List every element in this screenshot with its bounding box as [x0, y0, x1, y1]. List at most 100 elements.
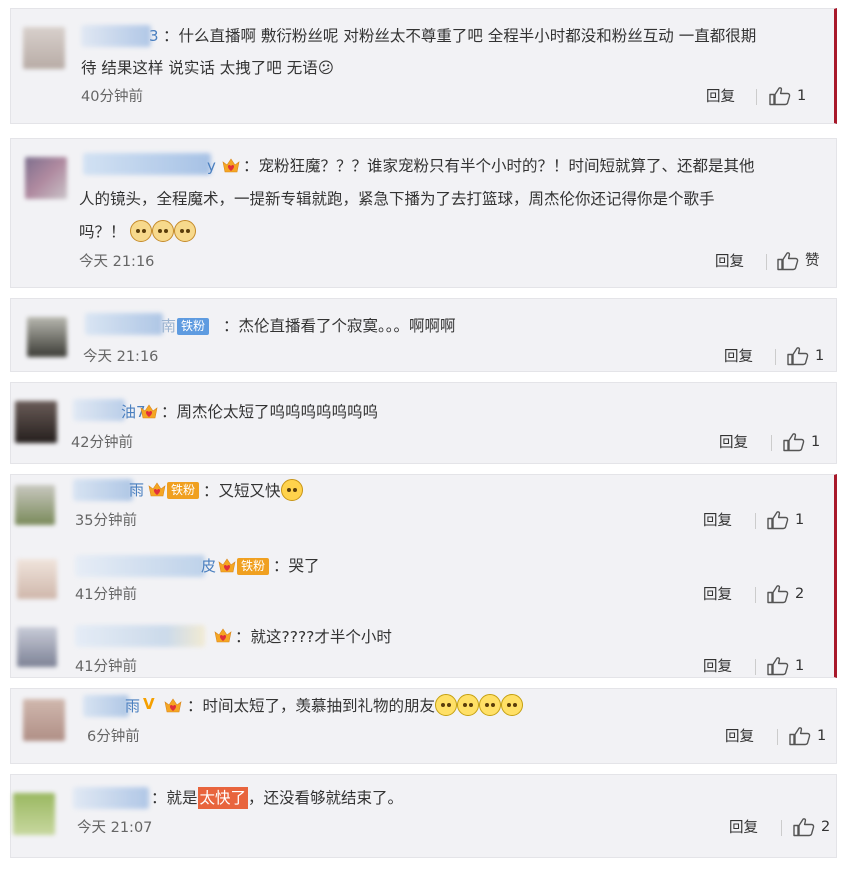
comment-text: ：什么直播啊 敷衍粉丝呢 对粉丝太不尊重了吧 全程半小时都没和粉丝互动 一直都很…: [163, 27, 757, 45]
username-tail[interactable]: 南: [161, 315, 176, 337]
comment-time: 41分钟前: [75, 659, 137, 675]
comment-text: ：时间太短了，羡慕抽到礼物的朋友: [187, 690, 524, 722]
comment-time: 今天 21:07: [77, 820, 153, 836]
reply-button[interactable]: 回复: [703, 511, 732, 531]
doge-emoji: [152, 220, 175, 242]
comment-card: y ：宠粉狂魔？？？谁家宠粉只有半个小时的？！时间短就算了、还都是其他 人的镜头…: [10, 138, 837, 288]
comment-text: ：周杰伦太短了呜呜呜呜呜呜呜: [161, 403, 379, 421]
reply-button[interactable]: 回复: [703, 585, 732, 605]
like-count: 2: [795, 586, 805, 602]
thumb-up-icon: [767, 510, 789, 530]
comment-text: ：哭了: [273, 557, 320, 575]
avatar[interactable]: [17, 559, 57, 599]
thumb-up-icon: [787, 346, 809, 366]
username-tail[interactable]: y: [207, 155, 216, 177]
username-tail[interactable]: 雨: [129, 479, 144, 501]
avatar[interactable]: [13, 793, 55, 835]
doge-emoji: [130, 220, 153, 242]
username[interactable]: [75, 555, 205, 577]
thumb-up-icon: [793, 817, 815, 837]
like-count: 1: [817, 728, 827, 744]
cool-emoji: [280, 479, 303, 501]
divider: [771, 435, 772, 451]
smile-emoji: [435, 694, 458, 716]
vip-crown-icon: [139, 403, 159, 421]
avatar[interactable]: [27, 317, 67, 357]
reply-button[interactable]: 回复: [715, 252, 744, 272]
doge-emoji: [174, 220, 197, 242]
like-count: 2: [821, 819, 831, 835]
avatar[interactable]: [23, 27, 65, 69]
username[interactable]: [83, 695, 129, 717]
comment-time: 今天 21:16: [83, 349, 159, 365]
reply-button[interactable]: 回复: [729, 818, 758, 838]
comment-card: 南 铁粉 ：杰伦直播看了个寂寞。。。啊啊啊 今天 21:16 回复 1: [10, 298, 837, 372]
fan-badge: 铁粉: [237, 558, 270, 575]
thumb-up-icon: [769, 86, 791, 106]
avatar[interactable]: [25, 157, 67, 199]
username[interactable]: [83, 153, 211, 175]
username[interactable]: [75, 625, 205, 647]
like-count: 1: [811, 434, 821, 450]
comment-time: 42分钟前: [71, 435, 133, 451]
like-button[interactable]: 2: [767, 584, 804, 604]
comment-time: 今天 21:16: [79, 254, 155, 270]
divider: [755, 587, 756, 603]
like-button[interactable]: 1: [787, 346, 824, 366]
avatar[interactable]: [17, 627, 57, 667]
comment-text: ：就是 太快了 ，还没看够就结束了。: [151, 787, 404, 809]
thumb-up-icon: [783, 432, 805, 452]
reply-button[interactable]: 回复: [703, 657, 732, 677]
highlighted-text: 太快了: [197, 787, 249, 809]
reply-button[interactable]: 回复: [725, 727, 754, 747]
username[interactable]: [73, 399, 125, 421]
comment-time: 41分钟前: [75, 587, 137, 603]
thumb-up-icon: [767, 584, 789, 604]
fan-badge: 铁粉: [167, 482, 200, 499]
like-button[interactable]: 1: [789, 726, 826, 746]
comment-text: 人的镜头，全程魔术，一提新专辑就跑，紧急下播为了去打篮球，周杰伦你还记得你是个歌…: [79, 190, 715, 208]
like-button[interactable]: 1: [783, 432, 820, 452]
like-button[interactable]: 1: [767, 510, 804, 530]
like-count: 1: [795, 658, 805, 674]
avatar[interactable]: [15, 485, 55, 525]
comment-card: ：就是 太快了 ，还没看够就结束了。 今天 21:07 回复 2: [10, 774, 837, 858]
vip-crown-icon: [213, 627, 233, 645]
verified-v-badge: V: [143, 695, 155, 713]
vip-crown-icon: [163, 697, 183, 715]
username[interactable]: [81, 25, 151, 47]
comment-text: 待 结果这样 说实话 太拽了吧 无语😕: [81, 59, 334, 77]
like-button[interactable]: 1: [767, 656, 804, 676]
like-button[interactable]: 2: [793, 817, 830, 837]
comment-time: 6分钟前: [87, 729, 140, 745]
thumb-up-icon: [767, 656, 789, 676]
avatar[interactable]: [15, 401, 57, 443]
like-count: 1: [815, 348, 825, 364]
smile-emoji: [479, 694, 502, 716]
vip-crown-icon: [217, 557, 237, 575]
comment-text: ：又短又快: [203, 475, 303, 507]
username-tail[interactable]: 雨: [125, 695, 140, 717]
like-button[interactable]: 赞: [777, 251, 820, 271]
username-tail[interactable]: 3: [149, 25, 159, 47]
like-button[interactable]: 1: [769, 86, 806, 106]
comment-text: ：就这????才半个小时: [235, 628, 392, 646]
reply-button[interactable]: 回复: [719, 433, 748, 453]
divider: [766, 254, 767, 270]
username[interactable]: [85, 313, 163, 335]
avatar[interactable]: [23, 699, 65, 741]
smile-emoji: [457, 694, 480, 716]
username[interactable]: [73, 479, 133, 501]
divider: [755, 659, 756, 675]
divider: [756, 89, 757, 105]
comment-text: ：杰伦直播看了个寂寞。。。啊啊啊: [223, 317, 456, 335]
divider: [781, 820, 782, 836]
reply-button[interactable]: 回复: [724, 347, 753, 367]
username-tail[interactable]: 皮: [201, 555, 216, 577]
reply-button[interactable]: 回复: [706, 87, 735, 107]
thumb-up-icon: [789, 726, 811, 746]
username[interactable]: [73, 787, 149, 809]
comment-time: 40分钟前: [81, 89, 143, 105]
smile-emoji: [501, 694, 524, 716]
like-count: 1: [797, 88, 807, 104]
